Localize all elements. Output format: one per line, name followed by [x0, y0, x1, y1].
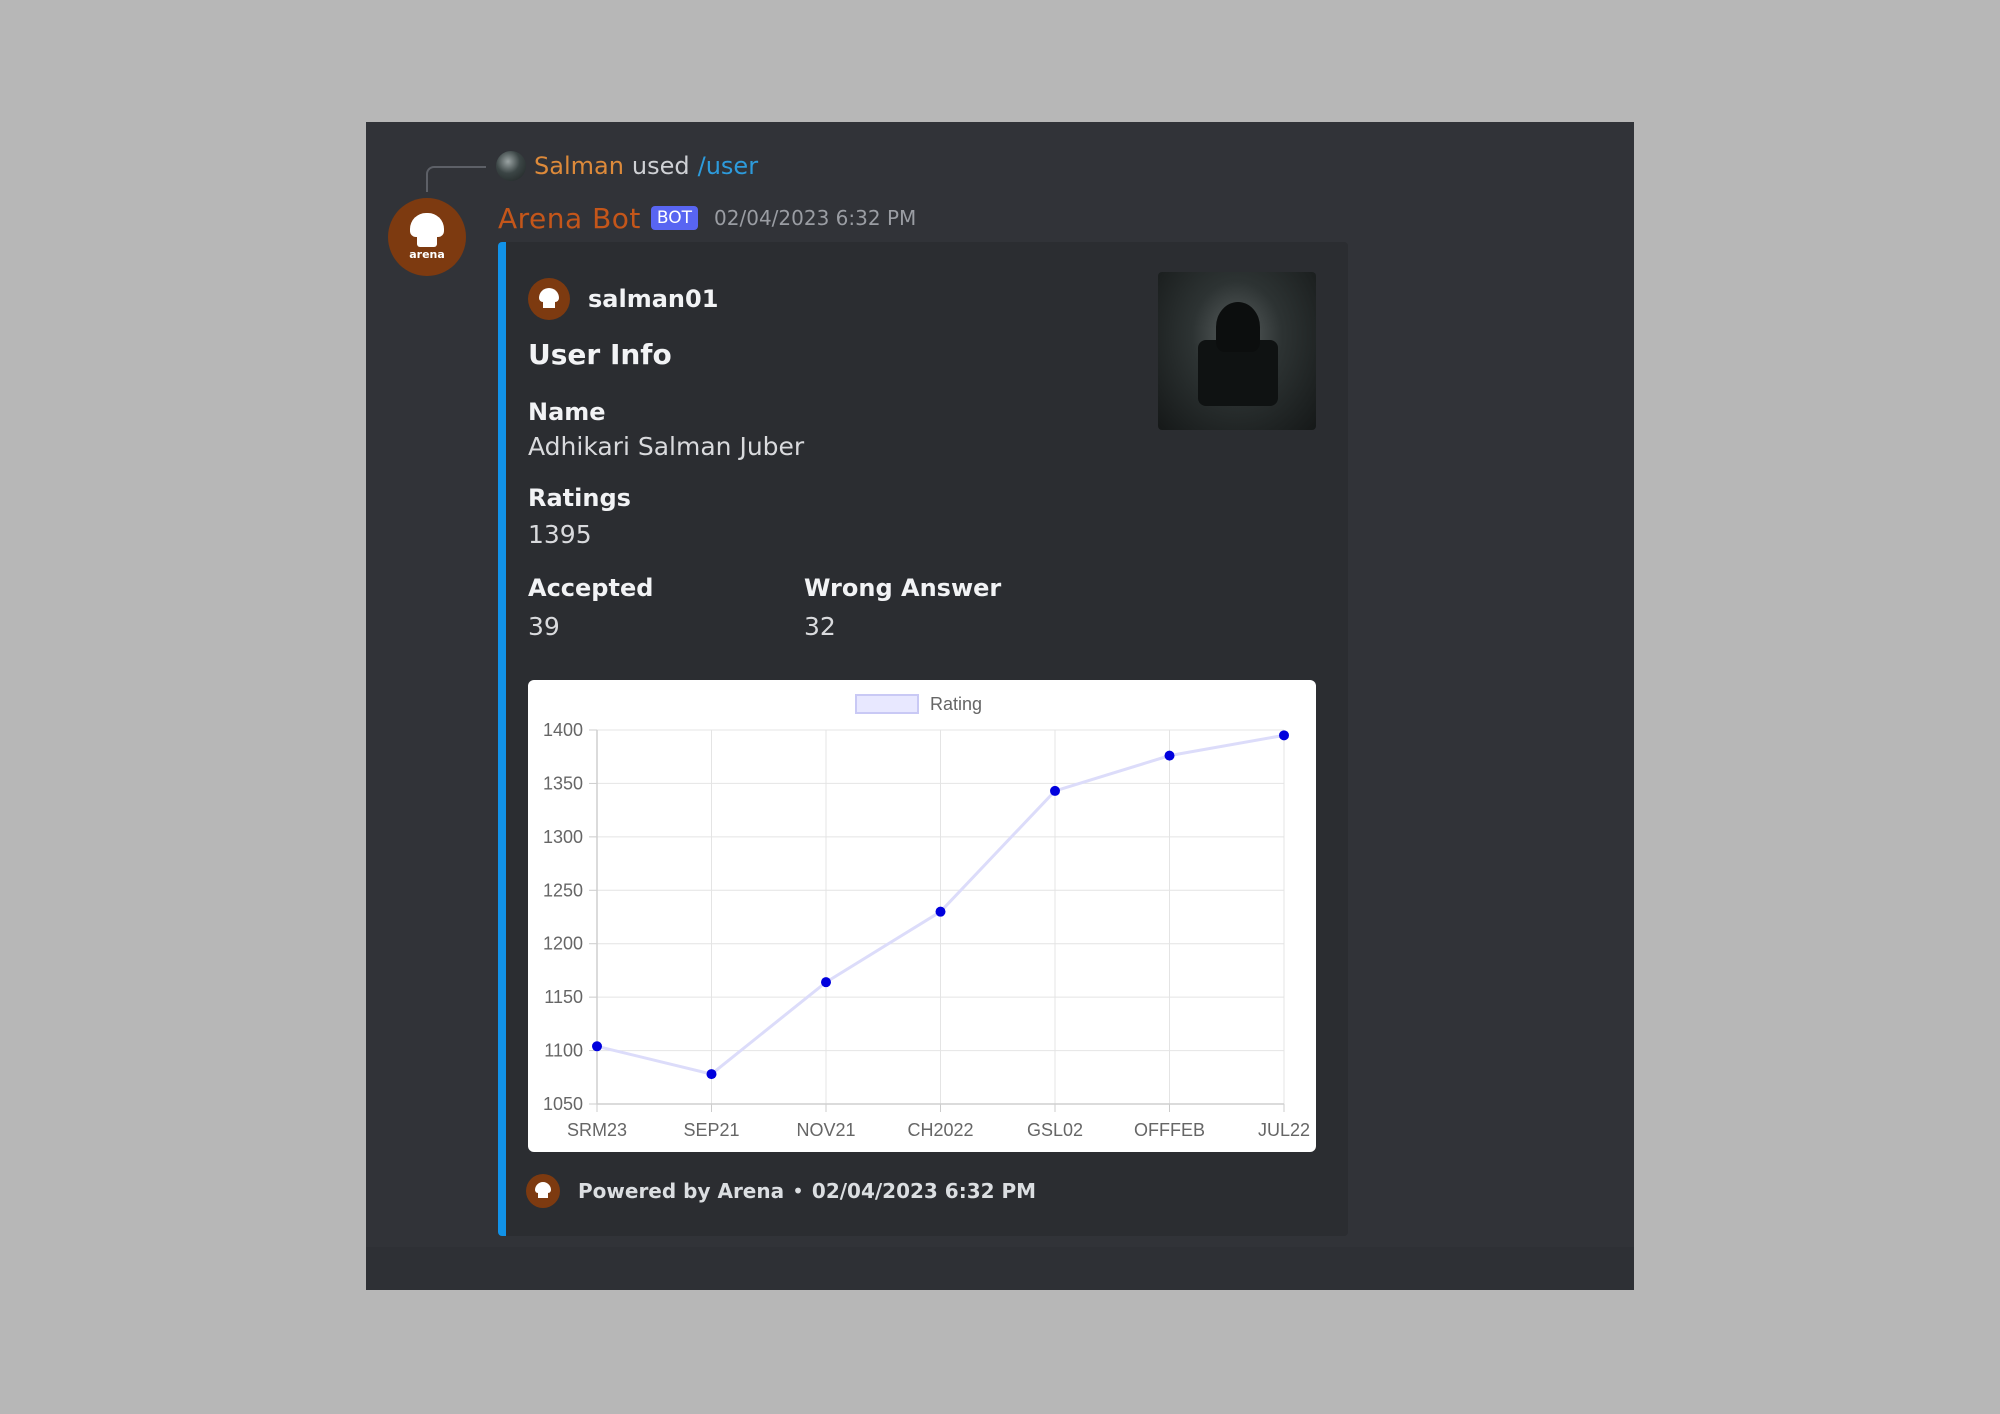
rating-data-point: [706, 1069, 717, 1080]
avatar-logo-text: arena: [409, 248, 445, 261]
field-name-label: Name: [528, 398, 606, 426]
message-panel: Salman used /user arena Arena Bot BOT 02…: [366, 122, 1634, 1290]
chef-hat-icon: [539, 288, 559, 310]
reply-reference[interactable]: Salman used /user: [496, 150, 758, 182]
thumbnail-figure: [1216, 302, 1260, 352]
y-tick-label: 1100: [544, 1041, 583, 1061]
rating-line-chart: Rating 1400 1350 1300 1250 1200 1150 1100 1050 SR…: [543, 694, 1310, 1140]
bot-badge: BOT: [650, 206, 699, 230]
embed-thumbnail[interactable]: [1158, 272, 1316, 430]
reply-username[interactable]: Salman: [534, 152, 624, 180]
embed-title: User Info: [528, 338, 672, 371]
x-tick-label: SEP21: [683, 1120, 739, 1140]
rating-chart-image[interactable]: Rating 1400 1350 1300 1250 1200 1150 1100 1050 SR…: [528, 680, 1316, 1152]
y-tick-label: 1300: [543, 827, 583, 847]
legend-label: Rating: [930, 694, 982, 714]
footer-text: Powered by Arena: [578, 1179, 785, 1203]
user-avatar[interactable]: [496, 151, 526, 181]
reply-connector: [426, 166, 486, 192]
footer-separator: •: [792, 1179, 804, 1203]
chef-hat-icon: [535, 1182, 551, 1200]
field-wrong-answer-value: 32: [804, 612, 836, 641]
chef-hat-icon: [410, 213, 444, 249]
bot-avatar[interactable]: arena: [388, 198, 466, 276]
reply-used-text: used: [631, 152, 690, 180]
field-accepted-value: 39: [528, 612, 560, 641]
field-ratings-label: Ratings: [528, 484, 631, 512]
x-tick-label: CH2022: [907, 1120, 973, 1140]
footer-icon: [526, 1174, 560, 1208]
embed-card: salman01 User Info Name Adhikari Salman …: [498, 242, 1348, 1236]
message-timestamp: 02/04/2023 6:32 PM: [714, 206, 917, 230]
y-tick-label: 1200: [543, 934, 583, 954]
x-tick-label: OFFFEB: [1134, 1120, 1205, 1140]
field-wrong-answer-label: Wrong Answer: [804, 574, 1002, 602]
field-ratings-value: 1395: [528, 520, 592, 549]
rating-data-point: [1164, 750, 1175, 761]
embed-accent-bar: [498, 242, 506, 1236]
author-avatar: [528, 278, 570, 320]
footer-timestamp: 02/04/2023 6:32 PM: [811, 1179, 1037, 1203]
x-tick-label: GSL02: [1027, 1120, 1083, 1140]
author-name: salman01: [588, 285, 719, 313]
y-tick-label: 1350: [543, 773, 583, 793]
rating-data-point: [1279, 730, 1289, 741]
bot-name[interactable]: Arena Bot: [498, 202, 641, 235]
x-tick-label: NOV21: [796, 1120, 855, 1140]
message-header: Arena Bot BOT 02/04/2023 6:32 PM: [498, 198, 916, 238]
y-tick-label: 1250: [543, 880, 583, 900]
y-tick-label: 1400: [543, 720, 583, 740]
embed-author: salman01: [528, 278, 718, 320]
field-name-value: Adhikari Salman Juber: [528, 432, 805, 461]
y-tick-label: 1150: [544, 987, 583, 1007]
rating-data-point: [821, 977, 831, 988]
field-accepted-label: Accepted: [528, 574, 654, 602]
y-tick-label: 1050: [543, 1094, 583, 1114]
rating-data-point: [935, 906, 946, 917]
message-input-strip: [366, 1247, 1634, 1290]
x-tick-label: JUL22: [1258, 1120, 1310, 1140]
reply-command[interactable]: /user: [698, 152, 758, 180]
x-tick-label: SRM23: [567, 1120, 627, 1140]
rating-data-point: [1050, 785, 1060, 796]
rating-data-point: [592, 1041, 602, 1052]
legend-swatch: [855, 694, 919, 714]
embed-footer: Powered by Arena • 02/04/2023 6:32 PM: [526, 1174, 1036, 1208]
